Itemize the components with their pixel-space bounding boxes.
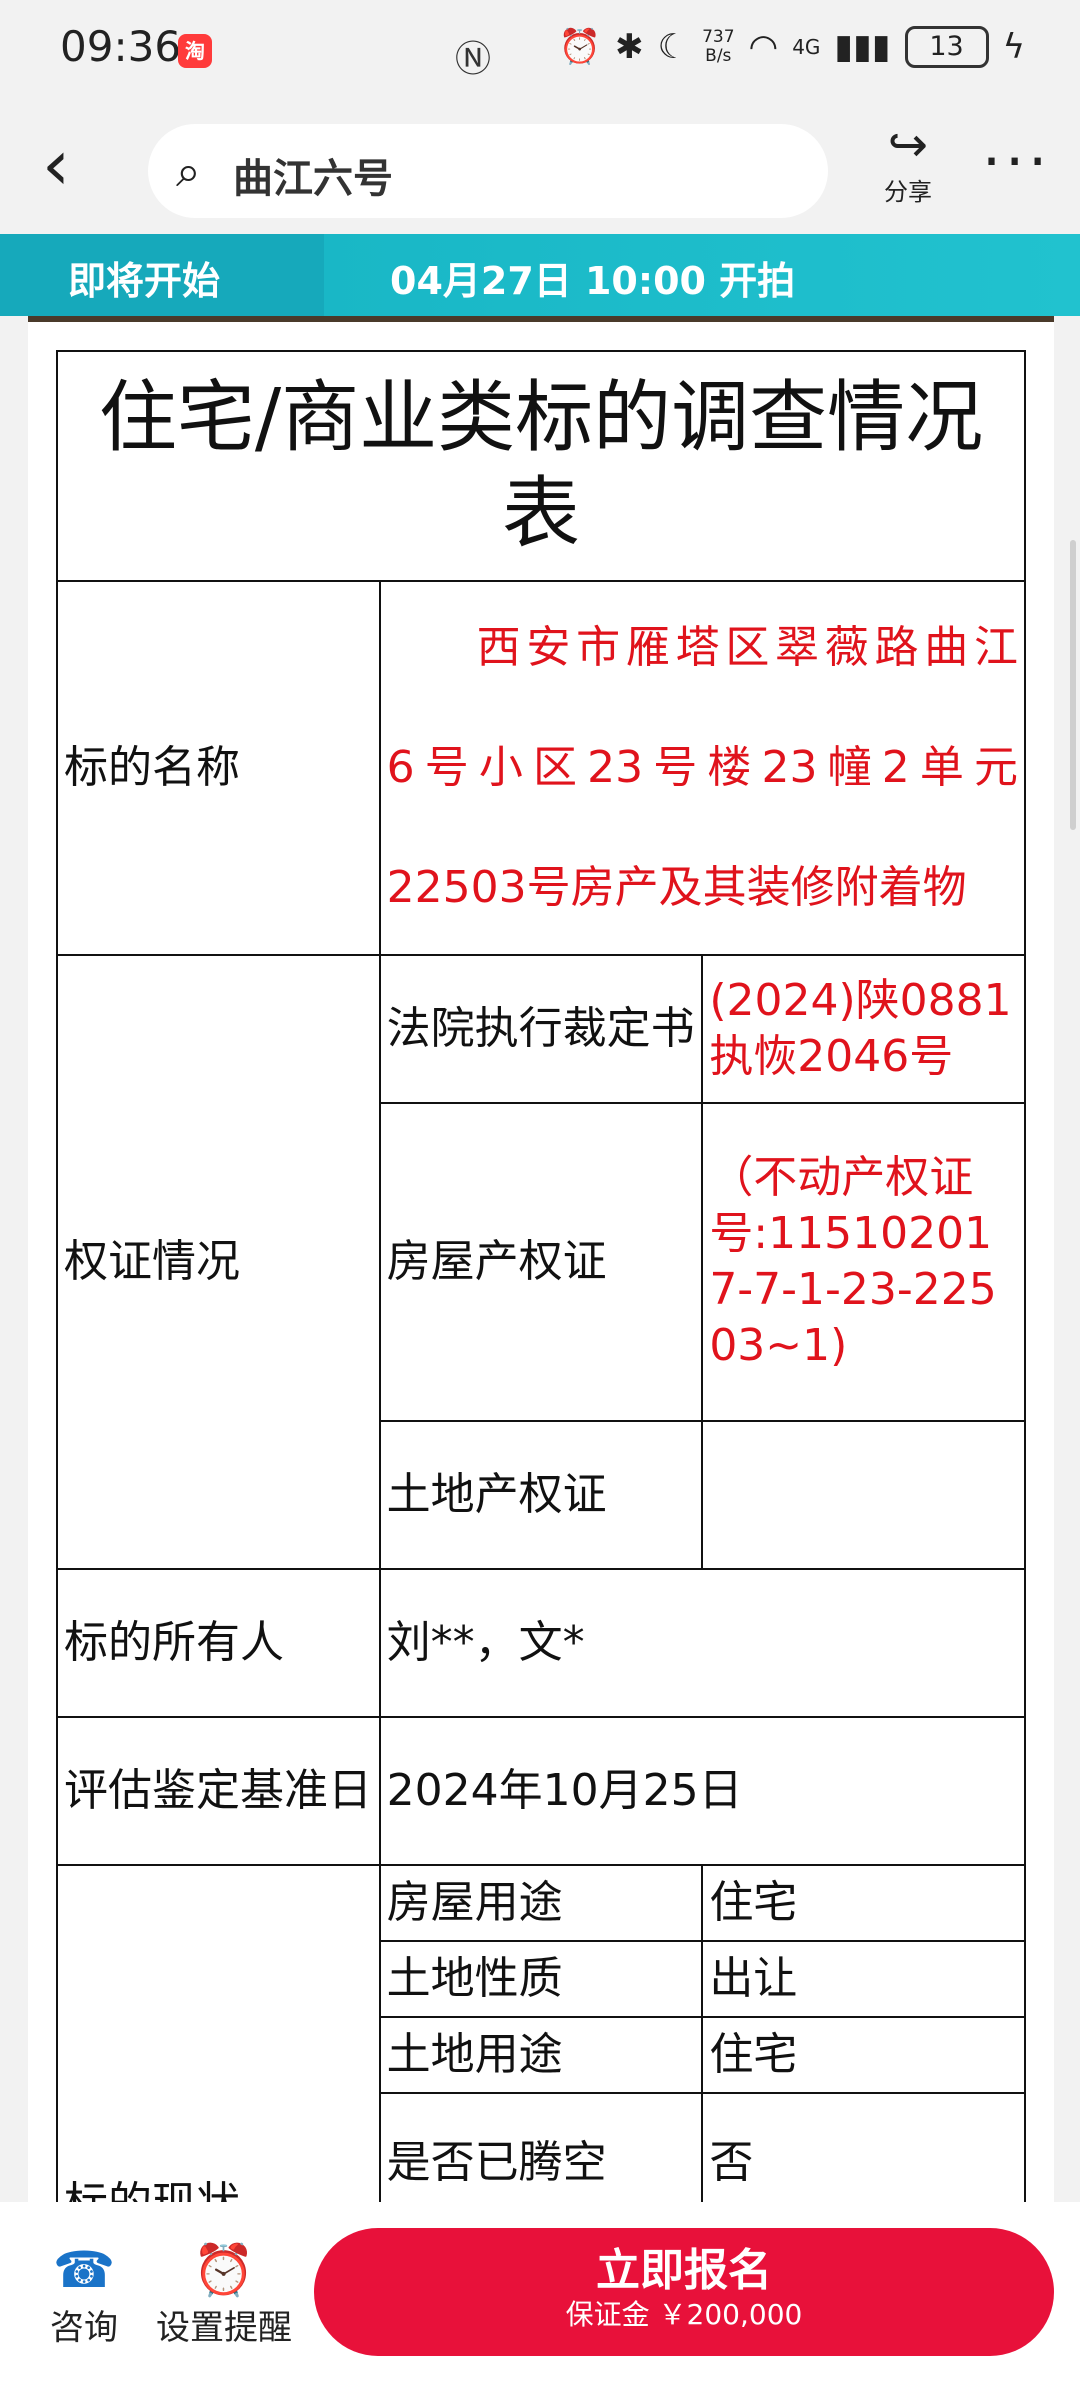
status-bar: 09:36 淘 Ⓝ ⏰ ✱ ☾ 737 B/s ◠ 4G ▮▮▮ 13 ϟ xyxy=(0,0,1080,100)
land-cert-label: 土地产权证 xyxy=(378,1420,704,1570)
appraisal-value: 2024年10月25日 xyxy=(378,1716,1027,1866)
owner-label: 标的所有人 xyxy=(56,1568,381,1718)
battery-indicator: 13 xyxy=(904,26,989,68)
deposit-text: 保证金 ￥200,000 xyxy=(565,2298,803,2331)
owner-value: 刘**，文* xyxy=(378,1568,1027,1718)
document-page: 住宅/商业类标的调查情况表 标的名称 西安市雁塔区翠薇路曲江 6号小区23号楼2… xyxy=(28,322,1054,2234)
share-label: 分享 xyxy=(884,178,932,206)
scrollbar[interactable] xyxy=(1070,540,1076,830)
name-line-3: 22503号房产及其装修附着物 xyxy=(386,862,967,913)
name-label: 标的名称 xyxy=(56,580,381,956)
table-title: 住宅/商业类标的调查情况表 xyxy=(56,350,1026,582)
usage-value: 住宅 xyxy=(701,1864,1026,1942)
search-query: 曲江六号 xyxy=(233,156,393,202)
headset-icon: ☎ xyxy=(52,2241,116,2299)
status-time: 09:36 xyxy=(60,22,182,71)
alarm-clock-icon: ⏰ xyxy=(192,2241,256,2299)
land-use-label: 土地用途 xyxy=(378,2016,704,2094)
consult-button[interactable]: ☎ 咨询 xyxy=(50,2240,118,2349)
usage-label: 房屋用途 xyxy=(378,1864,704,1942)
house-cert-label: 房屋产权证 xyxy=(378,1102,704,1422)
land-nature-label: 土地性质 xyxy=(378,1940,704,2018)
back-button[interactable]: ‹ xyxy=(42,130,94,200)
land-nature-value: 出让 xyxy=(701,1940,1026,2018)
charging-icon: ϟ xyxy=(1002,27,1025,67)
court-value: (2024)陕0881执恢2046号 xyxy=(701,954,1026,1104)
rights-label: 权证情况 xyxy=(56,954,381,1570)
status-indicators: ⏰ ✱ ☾ 737 B/s ◠ 4G ▮▮▮ 13 ϟ xyxy=(559,26,1025,68)
status-label: 标的现状 xyxy=(56,1864,381,2234)
name-value: 西安市雁塔区翠薇路曲江 6号小区23号楼23幢2单元 22503号房产及其装修附… xyxy=(378,580,1027,956)
signal-icon: ▮▮▮ xyxy=(834,27,891,67)
appraisal-label: 评估鉴定基准日 xyxy=(56,1716,381,1866)
land-cert-value xyxy=(701,1420,1026,1570)
signup-button[interactable]: 立即报名 保证金 ￥200,000 xyxy=(314,2228,1054,2356)
bluetooth-icon: ✱ xyxy=(615,27,644,67)
search-bar[interactable]: ⌕ 曲江六号 xyxy=(148,124,828,218)
search-icon: ⌕ xyxy=(176,146,201,197)
wifi-icon: ◠ xyxy=(748,27,779,67)
moon-icon: ☾ xyxy=(657,27,689,67)
nfc-icon: Ⓝ xyxy=(455,39,492,80)
auction-start-time: 04月27日 10:00 开拍 xyxy=(390,259,796,303)
signup-label: 立即报名 xyxy=(596,2245,772,2296)
name-line-2: 6号小区23号楼23幢2单元 xyxy=(386,742,1018,793)
reminder-button[interactable]: ⏰ 设置提醒 xyxy=(156,2240,292,2349)
reminder-label: 设置提醒 xyxy=(156,2308,292,2348)
share-icon: ↪ xyxy=(887,117,929,173)
land-use-value: 住宅 xyxy=(701,2016,1026,2094)
auction-status-bar: 即将开始 04月27日 10:00 开拍 xyxy=(0,234,1080,316)
auction-status: 即将开始 xyxy=(68,259,221,303)
share-button[interactable]: ↪ 分享 xyxy=(872,118,944,207)
name-line-1: 西安市雁塔区翠薇路曲江 xyxy=(476,622,1018,673)
top-nav-bar: ‹ ⌕ 曲江六号 ↪ 分享 ··· xyxy=(0,100,1080,234)
more-options-button[interactable]: ··· xyxy=(982,132,1051,192)
consult-label: 咨询 xyxy=(50,2308,118,2348)
survey-table: 住宅/商业类标的调查情况表 标的名称 西安市雁塔区翠薇路曲江 6号小区23号楼2… xyxy=(56,350,1027,2234)
network-speed: 737 B/s xyxy=(702,27,735,66)
bottom-action-bar: ☎ 咨询 ⏰ 设置提醒 立即报名 保证金 ￥200,000 xyxy=(0,2202,1080,2382)
court-label: 法院执行裁定书 xyxy=(378,954,704,1104)
taobao-app-icon: 淘 xyxy=(178,34,212,68)
network-type: 4G xyxy=(792,35,821,59)
alarm-icon: ⏰ xyxy=(558,27,602,67)
house-cert-value: （不动产权证号:115102017-7-1-23-22503~1) xyxy=(701,1102,1026,1422)
